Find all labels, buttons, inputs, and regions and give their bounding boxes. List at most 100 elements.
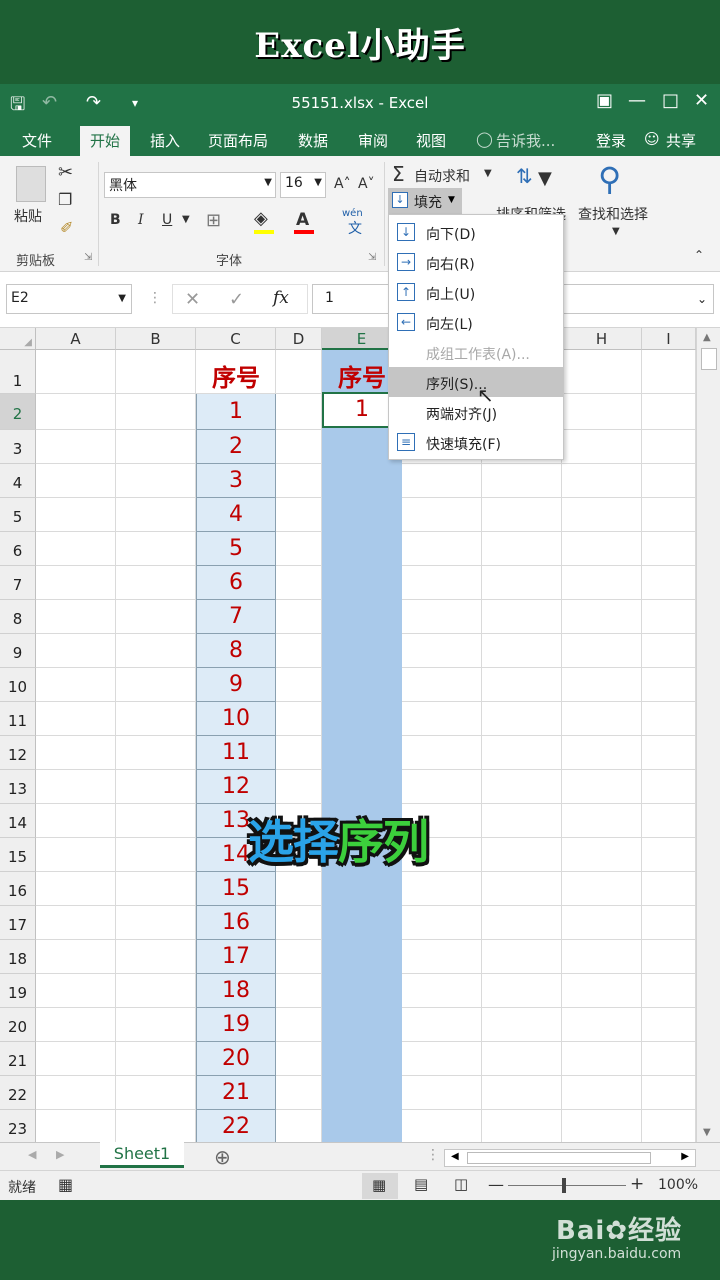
macro-record-icon[interactable]: ▦: [58, 1175, 73, 1194]
split-handle-icon[interactable]: ⋮: [426, 1147, 440, 1163]
enter-icon[interactable]: ✓: [229, 289, 244, 310]
zoom-slider-track[interactable]: [508, 1185, 626, 1186]
row-header-18[interactable]: 18: [0, 940, 36, 974]
underline-button[interactable]: U: [162, 212, 172, 228]
zoom-in-icon[interactable]: +: [630, 1174, 644, 1194]
normal-view-button[interactable]: ▦: [362, 1173, 398, 1199]
tab-file[interactable]: 文件: [22, 130, 52, 151]
sort-az-icon[interactable]: ⇅: [516, 164, 533, 188]
row-header-14[interactable]: 14: [0, 804, 36, 838]
copy-icon[interactable]: ❐: [58, 190, 72, 209]
row-header-19[interactable]: 19: [0, 974, 36, 1008]
zoom-slider-thumb[interactable]: [562, 1178, 566, 1193]
tab-view[interactable]: 视图: [416, 130, 446, 151]
bold-button[interactable]: B: [110, 212, 121, 228]
font-launcher-icon[interactable]: ⇲: [368, 252, 376, 263]
magnifier-icon[interactable]: ⚲: [598, 160, 621, 198]
scroll-left-icon[interactable]: ◀: [451, 1151, 459, 1162]
expand-formula-icon[interactable]: ⌄: [697, 292, 707, 306]
horizontal-scrollbar[interactable]: ◀ ▶: [444, 1149, 696, 1167]
font-size-select[interactable]: 16 ▼: [280, 172, 326, 198]
row-header-8[interactable]: 8: [0, 600, 36, 634]
tab-home[interactable]: 开始: [80, 126, 131, 156]
scroll-right-icon[interactable]: ▶: [681, 1151, 689, 1162]
cell-c3[interactable]: 2: [196, 430, 276, 464]
scroll-down-icon[interactable]: ▼: [703, 1127, 711, 1138]
cell-c7[interactable]: 6: [196, 566, 276, 600]
cell-c10[interactable]: 9: [196, 668, 276, 702]
font-name-select[interactable]: 黑体 ▼: [104, 172, 276, 198]
close-icon[interactable]: ✕: [694, 90, 709, 111]
column-header-i[interactable]: I: [642, 328, 696, 350]
page-layout-view-icon[interactable]: ▤: [414, 1175, 428, 1193]
row-header-12[interactable]: 12: [0, 736, 36, 770]
column-header-a[interactable]: A: [36, 328, 116, 350]
cell-c12[interactable]: 11: [196, 736, 276, 770]
cell-c2[interactable]: 1: [196, 394, 276, 430]
autosum-button[interactable]: 自动求和: [414, 166, 470, 186]
row-header-7[interactable]: 7: [0, 566, 36, 600]
cell-c4[interactable]: 3: [196, 464, 276, 498]
fill-menu-item[interactable]: ↓ 向下(D): [389, 217, 563, 247]
cell-c8[interactable]: 7: [196, 600, 276, 634]
tab-page-layout[interactable]: 页面布局: [208, 130, 268, 151]
cell-c19[interactable]: 18: [196, 974, 276, 1008]
drag-handle-icon[interactable]: ⋮: [148, 290, 162, 306]
row-header-10[interactable]: 10: [0, 668, 36, 702]
vertical-scrollbar[interactable]: ▲ ▼: [696, 328, 720, 1142]
sheet-tab-sheet1[interactable]: Sheet1: [100, 1142, 184, 1168]
paste-button[interactable]: 粘贴: [14, 206, 42, 226]
row-header-11[interactable]: 11: [0, 702, 36, 736]
minimize-icon[interactable]: —: [628, 90, 646, 111]
cell-c5[interactable]: 4: [196, 498, 276, 532]
row-header-2[interactable]: 2: [0, 394, 36, 430]
cell-c23[interactable]: 22: [196, 1110, 276, 1142]
tell-me-search[interactable]: 告诉我...: [496, 130, 555, 151]
row-header-21[interactable]: 21: [0, 1042, 36, 1076]
row-header-4[interactable]: 4: [0, 464, 36, 498]
row-header-16[interactable]: 16: [0, 872, 36, 906]
row-header-20[interactable]: 20: [0, 1008, 36, 1042]
fill-menu-item[interactable]: → 向右(R): [389, 247, 563, 277]
login-link[interactable]: 登录: [596, 130, 626, 151]
row-header-23[interactable]: 23: [0, 1110, 36, 1142]
column-header-h[interactable]: H: [562, 328, 642, 350]
row-header-22[interactable]: 22: [0, 1076, 36, 1110]
cut-icon[interactable]: ✂: [58, 162, 73, 183]
cell-c9[interactable]: 8: [196, 634, 276, 668]
fill-menu-item[interactable]: 序列(S)...: [389, 367, 563, 397]
find-select-button[interactable]: 查找和选择: [578, 204, 648, 224]
share-button[interactable]: 共享: [666, 130, 696, 151]
paste-icon[interactable]: [16, 166, 46, 202]
select-all-corner[interactable]: ◢: [0, 328, 36, 350]
cell-c17[interactable]: 16: [196, 906, 276, 940]
italic-button[interactable]: I: [138, 212, 144, 228]
cell-c22[interactable]: 21: [196, 1076, 276, 1110]
cell-c18[interactable]: 17: [196, 940, 276, 974]
cell-c20[interactable]: 19: [196, 1008, 276, 1042]
tab-review[interactable]: 审阅: [358, 130, 388, 151]
cell-c21[interactable]: 20: [196, 1042, 276, 1076]
hscroll-thumb[interactable]: [467, 1152, 651, 1164]
insert-function-button[interactable]: fx: [273, 288, 289, 308]
grow-font-button[interactable]: A˄: [334, 176, 351, 192]
page-break-view-icon[interactable]: ◫: [454, 1175, 468, 1193]
cancel-icon[interactable]: ✕: [185, 289, 200, 310]
row-header-13[interactable]: 13: [0, 770, 36, 804]
next-sheet-icon[interactable]: ▶: [56, 1148, 64, 1161]
tab-data[interactable]: 数据: [298, 130, 328, 151]
column-header-d[interactable]: D: [276, 328, 322, 350]
fill-button[interactable]: ↓ 填充 ▼: [388, 188, 462, 214]
collapse-ribbon-icon[interactable]: ⌃: [694, 248, 704, 262]
cell-c6[interactable]: 5: [196, 532, 276, 566]
new-sheet-icon[interactable]: ⊕: [214, 1145, 231, 1169]
font-color-icon[interactable]: A: [296, 210, 309, 230]
zoom-level[interactable]: 100%: [658, 1177, 698, 1193]
row-header-6[interactable]: 6: [0, 532, 36, 566]
tab-insert[interactable]: 插入: [150, 130, 180, 151]
chevron-down-icon[interactable]: ▼: [484, 168, 492, 179]
fill-color-icon[interactable]: ◈: [254, 208, 268, 229]
column-header-b[interactable]: B: [116, 328, 196, 350]
ribbon-display-options-icon[interactable]: ▣: [596, 90, 613, 111]
name-box[interactable]: E2 ▼: [6, 284, 132, 314]
